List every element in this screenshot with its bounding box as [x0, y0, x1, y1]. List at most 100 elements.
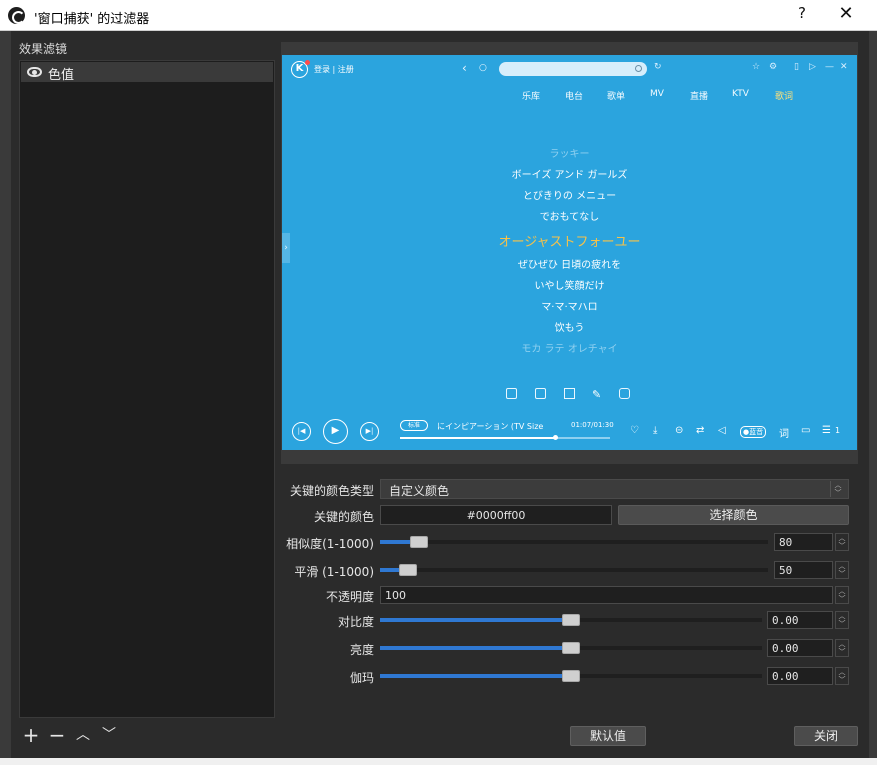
tab-lyrics: 歌词	[775, 92, 794, 102]
move-up-button[interactable]: ︿	[72, 726, 94, 746]
fullscreen-icon: ▷	[809, 62, 816, 72]
brightness-spinbox[interactable]: 0.00	[767, 639, 833, 657]
filter-item-label: 色值	[48, 68, 75, 83]
song-progress-fill	[400, 437, 556, 439]
lyric-line: でおもてなし	[539, 212, 600, 223]
contrast-value: 0.00	[772, 614, 799, 627]
key-color-value: #0000ff00	[466, 509, 526, 522]
volume-icon: ◁	[718, 425, 726, 436]
play-icon: ▶	[323, 419, 348, 444]
key-color-type-label: 关键的颜色类型	[289, 484, 374, 498]
lyric-line: ぜひぜひ 日頃の疲れを	[517, 260, 622, 271]
comment-bubble-icon: ▭	[801, 425, 811, 436]
favorite-icon: ♡	[630, 425, 639, 436]
back-arrow-icon: ‹	[462, 61, 467, 75]
gamma-spinbox[interactable]: 0.00	[767, 667, 833, 685]
contrast-slider-fill	[380, 618, 571, 622]
similarity-spin-arrows-icon[interactable]: ︿ ﹀	[835, 533, 849, 551]
brightness-slider[interactable]	[380, 642, 762, 654]
skin-icon: ☆	[752, 62, 761, 72]
contrast-spin-arrows-icon[interactable]: ︿ ﹀	[835, 611, 849, 629]
romaji-icon	[535, 388, 546, 399]
brightness-slider-handle[interactable]	[562, 642, 580, 654]
tab-mv: MV	[650, 89, 664, 99]
smoothness-slider[interactable]	[380, 564, 768, 576]
comment-icon	[619, 388, 630, 399]
contrast-slider-handle[interactable]	[562, 614, 580, 626]
desktop-lyric-button: 词	[779, 429, 789, 440]
similarity-value: 80	[779, 536, 793, 549]
lyric-controls: ✎	[282, 388, 857, 404]
gamma-slider-handle[interactable]	[562, 670, 580, 682]
lyric-line: ラッキー	[549, 149, 590, 160]
key-color-label: 关键的颜色	[313, 510, 374, 524]
similarity-slider-handle[interactable]	[409, 536, 428, 548]
source-preview: K 登录 | 注册 ‹ ○ ↻ ☆ ⚙ ▯ ▷ — ✕ 乐库 电台 歌单 MV …	[282, 55, 857, 450]
title-bar: '窗口捕获' 的过滤器 ? ✕	[0, 0, 877, 31]
current-lyric-line: オージャストフォーユー	[498, 235, 641, 250]
song-progress-knob	[553, 435, 559, 440]
queue-icon: ☰	[822, 425, 831, 436]
brightness-label: 亮度	[349, 643, 374, 657]
lyric-line: とびきりの メニュー	[522, 191, 617, 202]
help-button[interactable]: ?	[790, 4, 814, 26]
similarity-slider[interactable]	[380, 536, 768, 548]
lyric-line: ボーイズ アンド ガールズ	[511, 170, 628, 181]
download-icon: ⤓	[653, 425, 658, 436]
opacity-spin-arrows-icon[interactable]: ︿ ﹀	[835, 586, 849, 604]
gamma-spin-arrows-icon[interactable]: ︿ ﹀	[835, 667, 849, 685]
defaults-button[interactable]: 默认值	[570, 726, 646, 746]
smoothness-slider-handle[interactable]	[398, 564, 417, 576]
obs-app-icon	[8, 7, 25, 24]
song-progress	[400, 435, 610, 440]
search-icon	[635, 65, 642, 72]
gamma-slider-fill	[380, 674, 571, 678]
lyric-line: いやし笑顔だけ	[534, 281, 605, 292]
smoothness-spinbox[interactable]: 50	[774, 561, 833, 579]
smoothness-spin-arrows-icon[interactable]: ︿ ﹀	[835, 561, 849, 579]
opacity-spinbox[interactable]: 100	[380, 586, 833, 604]
next-track-icon: ▶|	[360, 422, 379, 441]
contrast-spinbox[interactable]: 0.00	[767, 611, 833, 629]
close-icon: ✕	[840, 62, 848, 72]
gamma-value: 0.00	[772, 670, 799, 683]
japanese-icon	[564, 388, 575, 399]
microphone-icon: ✎	[592, 388, 602, 401]
player-bar: |◀ ▶ ▶| 标准 にインピアーション (TV Size 01:07/01:3…	[282, 415, 857, 450]
eye-icon[interactable]	[27, 67, 42, 77]
move-down-button[interactable]: ﹀	[98, 726, 120, 746]
tab-radio: 电台	[565, 92, 584, 102]
gamma-slider[interactable]	[380, 670, 762, 682]
preview-search-box	[499, 62, 647, 76]
song-time: 01:07/01:30	[571, 421, 614, 429]
background-window-right	[869, 31, 877, 765]
background-desktop	[0, 758, 877, 765]
contrast-label: 对比度	[337, 615, 374, 629]
lyric-line: マ·マ·マハロ	[541, 302, 598, 313]
key-color-type-value: 自定义颜色	[389, 484, 450, 498]
refresh-icon: ○	[479, 63, 487, 73]
tab-library: 乐库	[522, 92, 541, 102]
opacity-label: 不透明度	[325, 590, 374, 604]
music-app-logo: K	[291, 60, 310, 78]
key-color-type-select[interactable]: 自定义颜色 ︿ ﹀	[380, 479, 849, 499]
brightness-value: 0.00	[772, 642, 799, 655]
contrast-slider[interactable]	[380, 614, 762, 626]
more-icon: ⊝	[675, 425, 684, 436]
similarity-label: 相似度(1-1000)	[286, 537, 374, 551]
filter-item-color-key[interactable]: 色值	[21, 62, 273, 83]
filter-list[interactable]: 色值	[19, 60, 275, 718]
pick-color-button[interactable]: 选择颜色	[618, 505, 849, 525]
close-window-button[interactable]: ✕	[832, 3, 860, 27]
opacity-value: 100	[385, 589, 406, 602]
remove-filter-button[interactable]: −	[46, 725, 68, 746]
brightness-spin-arrows-icon[interactable]: ︿ ﹀	[835, 639, 849, 657]
similarity-spinbox[interactable]: 80	[774, 533, 833, 551]
mini-mode-icon: ▯	[794, 62, 799, 72]
gamma-label: 伽玛	[349, 671, 374, 685]
close-button[interactable]: 关闭	[794, 726, 858, 746]
sound-quality-badge: ●蓝音	[740, 426, 767, 438]
add-filter-button[interactable]: +	[20, 725, 42, 746]
window-title: '窗口捕获' 的过滤器	[34, 12, 150, 27]
effect-filters-label: 效果滤镜	[19, 42, 68, 56]
